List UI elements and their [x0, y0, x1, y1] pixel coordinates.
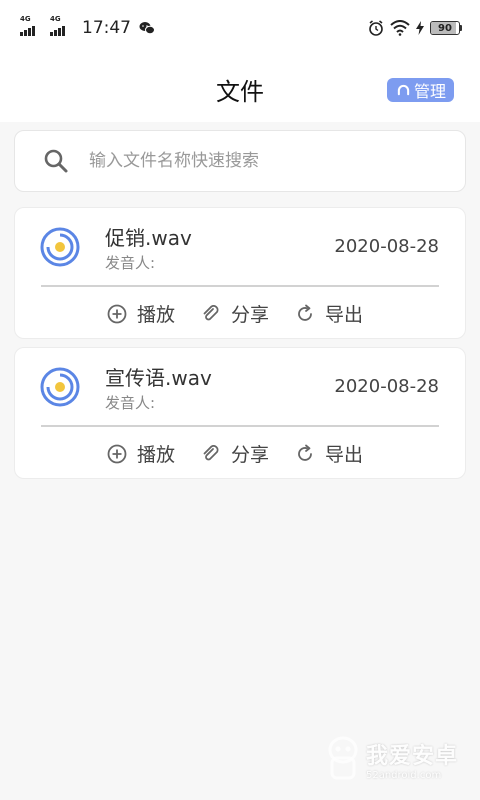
battery-indicator: 90 — [430, 21, 462, 35]
network-type-2: 4G — [50, 15, 61, 23]
android-logo-icon — [328, 736, 358, 780]
file-card[interactable]: 促销.wav 发音人: 2020-08-28 播放 分享 导出 — [14, 207, 466, 339]
file-name: 促销.wav — [105, 226, 192, 250]
share-button[interactable]: 分享 — [201, 300, 269, 327]
watermark-text: 我爱安卓 52android.com — [366, 738, 458, 781]
paperclip-icon — [203, 444, 219, 460]
watermark-text-cn: 我爱安卓 — [365, 743, 458, 769]
play-label: 播放 — [137, 304, 176, 326]
signal-indicator-2: 4G — [50, 16, 74, 36]
divider — [41, 425, 439, 427]
alarm-icon — [369, 20, 383, 36]
file-date: 2020-08-28 — [334, 236, 439, 257]
paperclip-icon — [203, 304, 219, 320]
network-type-1: 4G — [20, 15, 31, 23]
disc-icon — [40, 227, 80, 267]
app-header: 文件 管理 — [0, 56, 480, 122]
search-icon — [44, 149, 68, 173]
battery-level: 90 — [438, 22, 452, 34]
export-button[interactable]: 导出 — [295, 300, 363, 327]
export-button[interactable]: 导出 — [295, 440, 363, 467]
file-actions: 播放 分享 导出 — [107, 440, 363, 467]
refresh-icon — [298, 444, 312, 461]
status-right: 90 — [368, 20, 462, 36]
share-button[interactable]: 分享 — [201, 440, 269, 467]
charging-icon — [416, 21, 424, 35]
play-button[interactable]: 播放 — [107, 440, 175, 467]
status-bar: 4G 4G 17:47 90 — [0, 0, 480, 56]
search-input[interactable] — [89, 151, 429, 171]
manage-button-label: 管理 — [413, 82, 446, 101]
manage-button[interactable]: 管理 — [386, 78, 454, 102]
file-date: 2020-08-28 — [334, 376, 439, 397]
wechat-icon — [139, 22, 155, 35]
speaker-label: 发音人: — [105, 394, 156, 412]
search-bar — [14, 130, 466, 192]
share-label: 分享 — [231, 444, 270, 466]
divider — [41, 285, 439, 287]
export-label: 导出 — [325, 304, 364, 326]
signal-indicator-1: 4G — [20, 16, 44, 36]
file-card[interactable]: 宣传语.wav 发音人: 2020-08-28 播放 分享 导出 — [14, 347, 466, 479]
watermark: 我爱安卓 52android.com — [326, 736, 458, 782]
refresh-icon — [298, 304, 312, 321]
status-left: 4G 4G 17:47 — [20, 16, 155, 38]
file-name: 宣传语.wav — [105, 366, 212, 390]
export-label: 导出 — [325, 444, 364, 466]
disc-icon — [40, 367, 80, 407]
clock: 17:47 — [82, 18, 131, 38]
share-label: 分享 — [231, 304, 270, 326]
play-button[interactable]: 播放 — [107, 300, 175, 327]
headphones-icon — [397, 84, 410, 95]
plus-circle-icon — [107, 444, 127, 463]
file-actions: 播放 分享 导出 — [107, 300, 363, 327]
speaker-label: 发音人: — [105, 254, 156, 272]
plus-circle-icon — [107, 304, 127, 323]
wifi-icon — [390, 20, 410, 36]
play-label: 播放 — [137, 444, 176, 466]
watermark-text-en: 52android.com — [365, 769, 442, 781]
